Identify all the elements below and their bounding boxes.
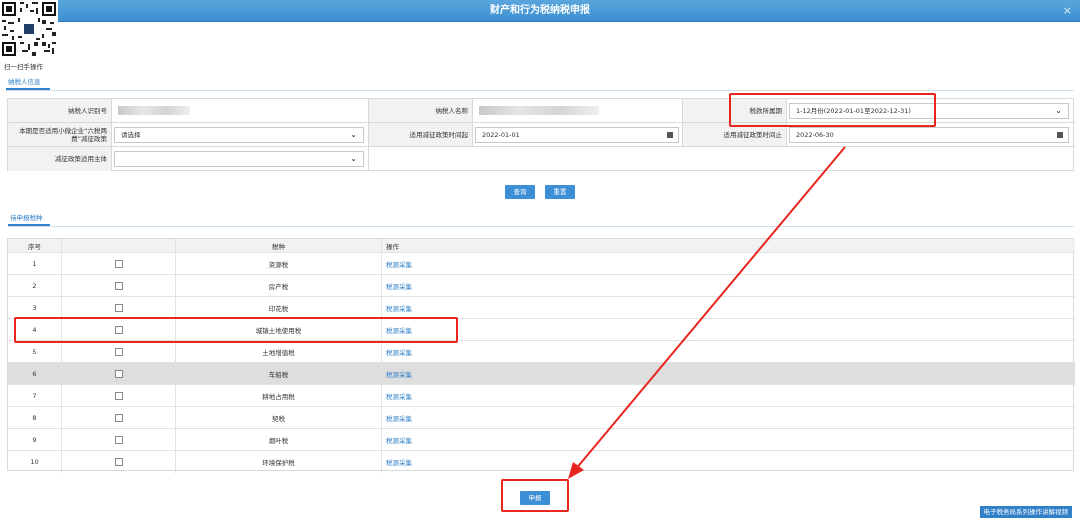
annotation-arrow [568,146,846,479]
tutorial-video-link[interactable]: 电子税务局系列操作讲解视频 [979,506,1072,518]
